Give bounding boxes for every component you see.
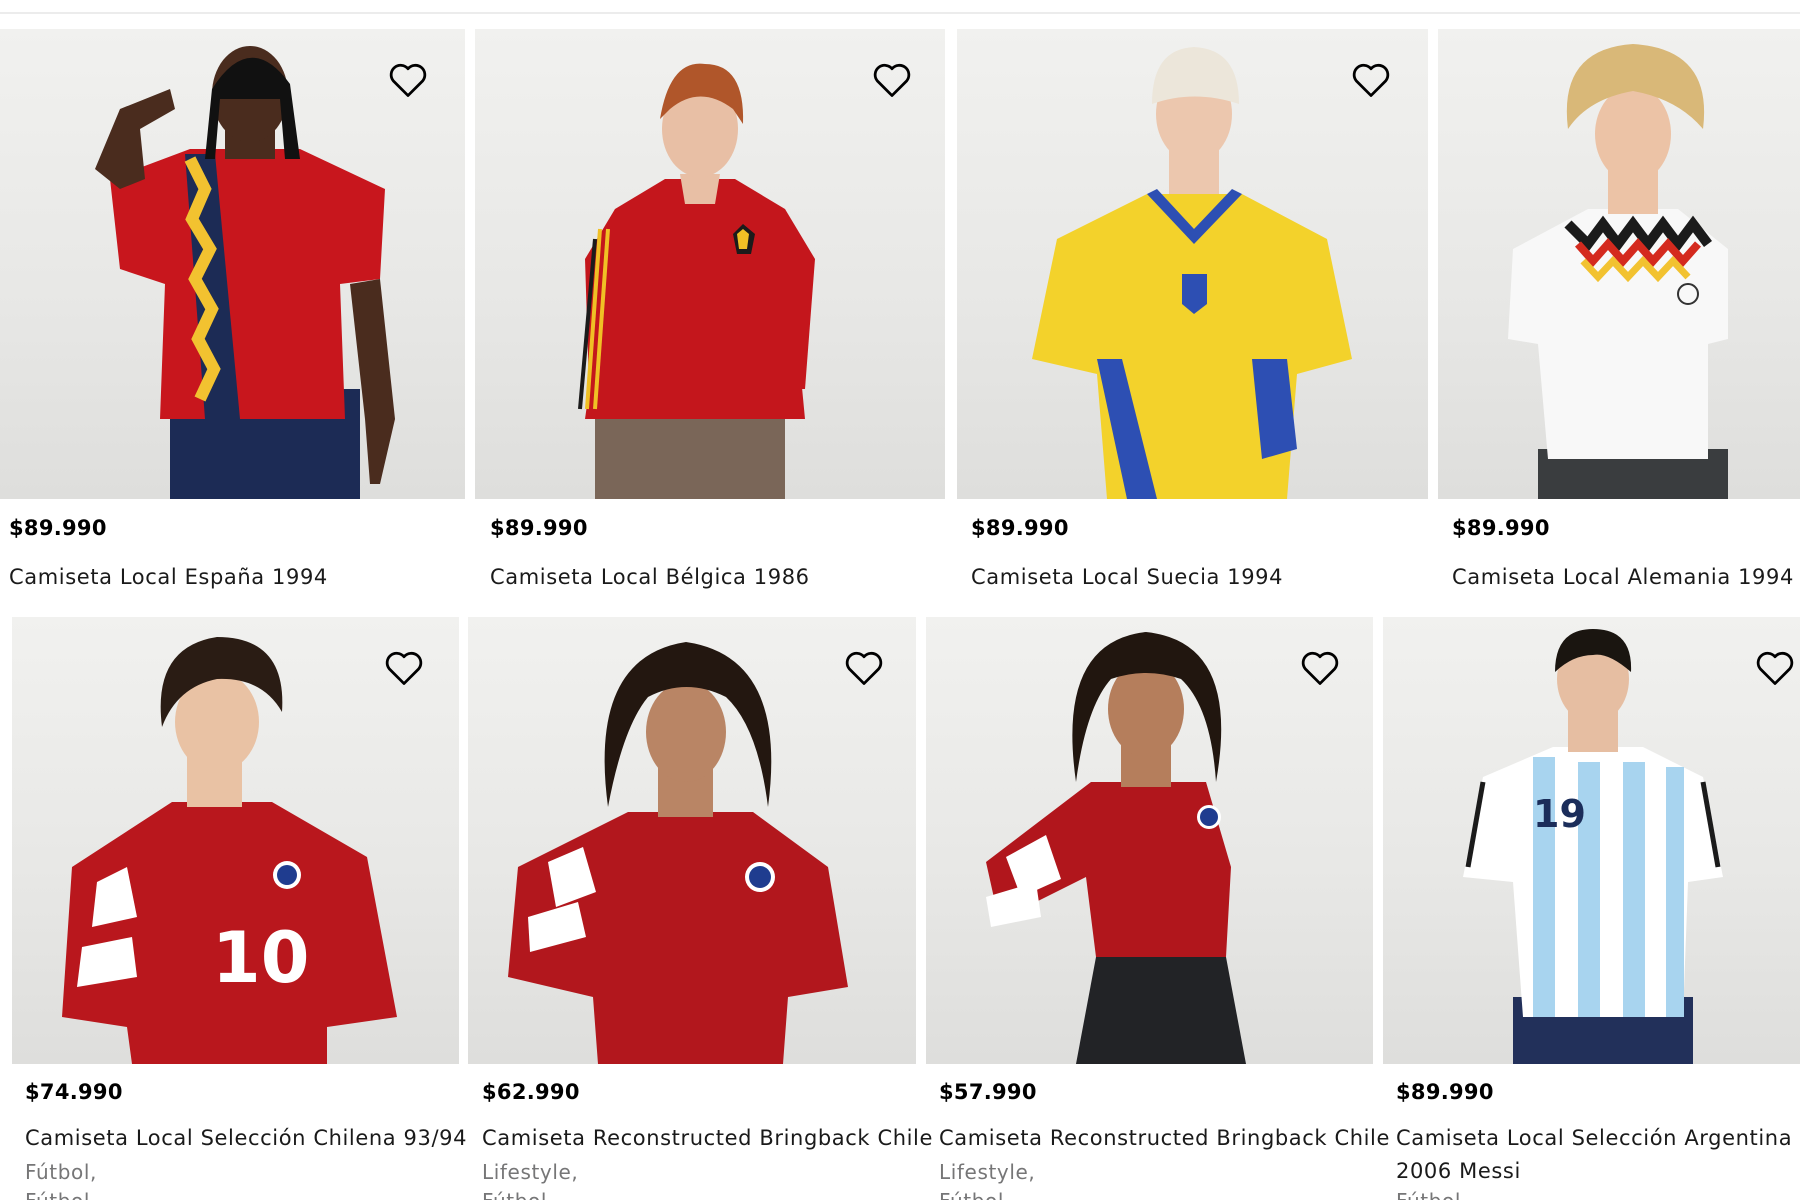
- product-name[interactable]: Camiseta Local Alemania 1994: [1452, 561, 1794, 594]
- product-image[interactable]: [475, 29, 945, 499]
- product-price: $89.990: [490, 516, 588, 540]
- product-name[interactable]: Camiseta Local Bélgica 1986: [490, 561, 810, 594]
- heart-icon: [1756, 651, 1794, 685]
- product-category: Lifestyle,: [482, 1160, 579, 1184]
- product-category: Fútbol,: [25, 1160, 97, 1184]
- product-category-cut: Fútbol: [1396, 1190, 1461, 1200]
- heart-icon: [389, 63, 427, 97]
- product-price: $74.990: [25, 1080, 123, 1104]
- product-price: $89.990: [1452, 516, 1550, 540]
- wishlist-heart-button[interactable]: [382, 648, 426, 688]
- product-category-cut: Fútbol: [939, 1190, 1004, 1200]
- product-name[interactable]: Camiseta Local Suecia 1994: [971, 561, 1283, 594]
- svg-text:10: 10: [212, 917, 309, 999]
- product-name[interactable]: Camiseta Local Selección Chilena 93/94: [25, 1122, 467, 1155]
- product-image[interactable]: [468, 617, 916, 1064]
- wishlist-heart-button[interactable]: [1349, 60, 1393, 100]
- product-category-cut: Fútbol: [25, 1190, 90, 1200]
- product-category: Lifestyle,: [939, 1160, 1036, 1184]
- wishlist-heart-button[interactable]: [870, 60, 914, 100]
- product-name[interactable]: Camiseta Reconstructed Bringback Chile: [939, 1122, 1390, 1155]
- product-name-line2[interactable]: 2006 Messi: [1396, 1155, 1521, 1188]
- heart-icon: [1301, 651, 1339, 685]
- product-image[interactable]: 19: [1383, 617, 1800, 1064]
- wishlist-heart-button[interactable]: [842, 648, 886, 688]
- product-image[interactable]: 10: [12, 617, 459, 1064]
- product-name[interactable]: Camiseta Local España 1994: [9, 561, 328, 594]
- product-image[interactable]: [1438, 29, 1800, 499]
- product-price: $89.990: [1396, 1080, 1494, 1104]
- product-price: $89.990: [971, 516, 1069, 540]
- wishlist-heart-button[interactable]: [386, 60, 430, 100]
- product-image[interactable]: [926, 617, 1373, 1064]
- product-image[interactable]: [0, 29, 465, 499]
- product-price: $57.990: [939, 1080, 1037, 1104]
- product-name[interactable]: Camiseta Local Selección Argentina: [1396, 1122, 1792, 1155]
- product-name[interactable]: Camiseta Reconstructed Bringback Chile: [482, 1122, 933, 1155]
- product-price: $89.990: [9, 516, 107, 540]
- heart-icon: [1352, 63, 1390, 97]
- product-photo-model: 19: [1463, 629, 1723, 1064]
- product-photo-model: [1508, 44, 1728, 499]
- product-category-cut: Fútbol: [482, 1190, 547, 1200]
- heart-icon: [385, 651, 423, 685]
- header-divider: [0, 12, 1800, 14]
- heart-icon: [873, 63, 911, 97]
- wishlist-heart-button[interactable]: [1298, 648, 1342, 688]
- wishlist-heart-button[interactable]: [1753, 648, 1797, 688]
- product-image[interactable]: [957, 29, 1428, 499]
- svg-text:19: 19: [1533, 792, 1586, 836]
- product-price: $62.990: [482, 1080, 580, 1104]
- heart-icon: [845, 651, 883, 685]
